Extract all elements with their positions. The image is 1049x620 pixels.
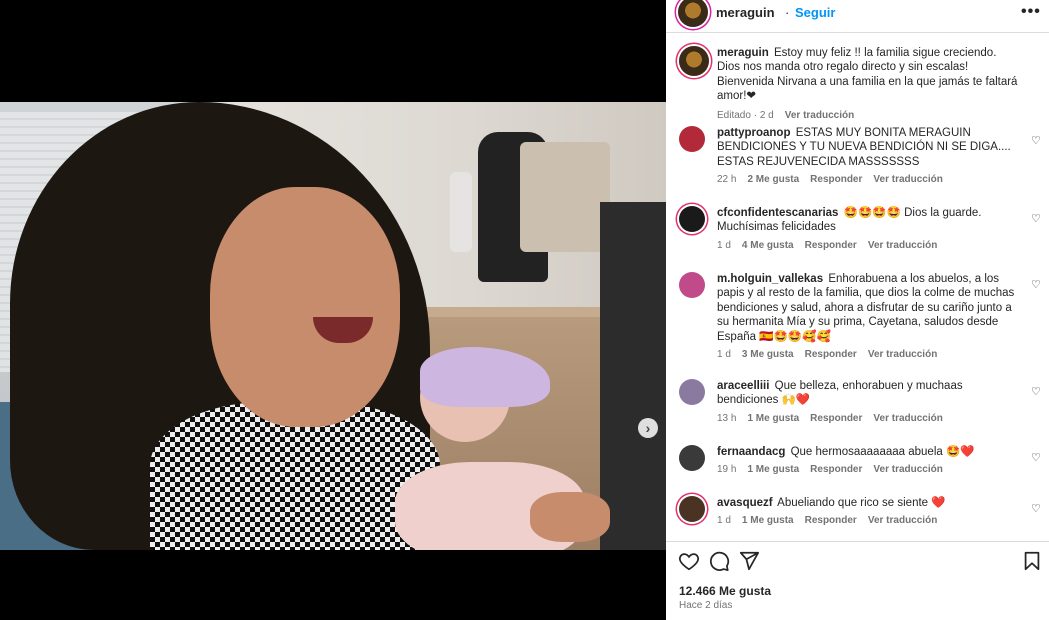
comment-username[interactable]: fernaandacg xyxy=(717,446,785,458)
comment-translate-link[interactable]: Ver traducción xyxy=(873,463,942,477)
comments-list[interactable]: meraguin Estoy muy feliz !! la familia s… xyxy=(666,36,1049,541)
comment-username[interactable]: avasquezf xyxy=(717,497,773,509)
comment-likes[interactable]: 1 Me gusta xyxy=(747,412,799,426)
caption-translate-link[interactable]: Ver traducción xyxy=(785,109,854,123)
actions-divider xyxy=(666,541,1049,542)
post-photo: › xyxy=(0,102,666,550)
post-header: meraguin · Seguir ••• xyxy=(666,0,1049,27)
author-avatar[interactable] xyxy=(678,0,708,27)
commenter-avatar[interactable] xyxy=(679,206,705,232)
heart-small-icon[interactable]: ♡ xyxy=(1031,502,1041,515)
photo-bottle xyxy=(450,172,472,252)
heart-small-icon[interactable]: ♡ xyxy=(1031,134,1041,147)
comment-age: 1 d xyxy=(717,349,731,361)
comment-emoji: 🤩🤩🤩🤩 xyxy=(843,207,901,219)
comment-translate-link[interactable]: Ver traducción xyxy=(873,412,942,426)
comment-age: 22 h xyxy=(717,174,737,186)
commenter-avatar[interactable] xyxy=(679,272,705,298)
comment-translate-link[interactable]: Ver traducción xyxy=(868,348,937,362)
comment-likes[interactable]: 2 Me gusta xyxy=(747,173,799,187)
heart-small-icon[interactable]: ♡ xyxy=(1031,278,1041,291)
comment-reply-link[interactable]: Responder xyxy=(805,514,857,528)
action-bar xyxy=(666,550,1049,576)
commenter-avatar[interactable] xyxy=(679,379,705,405)
commenter-avatar[interactable] xyxy=(679,126,705,152)
comment-reply-link[interactable]: Responder xyxy=(810,412,862,426)
comment-emoji: 🙌❤️ xyxy=(781,394,811,407)
heart-small-icon[interactable]: ♡ xyxy=(1031,451,1041,464)
comment-reply-link[interactable]: Responder xyxy=(805,239,857,253)
comment-translate-link[interactable]: Ver traducción xyxy=(868,514,937,528)
photo-woman-face xyxy=(210,187,400,427)
likes-count[interactable]: 12.466 Me gusta xyxy=(679,584,771,598)
comment-emoji: ❤️ xyxy=(931,497,946,509)
header-separator: · xyxy=(785,5,790,20)
comment-likes[interactable]: 1 Me gusta xyxy=(742,514,794,528)
heart-small-icon[interactable]: ♡ xyxy=(1031,385,1041,398)
comment-age: 1 d xyxy=(717,515,731,527)
comment-emoji: 🤩❤️ xyxy=(945,446,975,458)
comment-translate-link[interactable]: Ver traducción xyxy=(873,173,942,187)
follow-button[interactable]: Seguir xyxy=(795,5,835,20)
post-media: › xyxy=(0,0,666,620)
comment-username[interactable]: araceelliii xyxy=(717,380,769,392)
comment-age: 19 h xyxy=(717,464,737,476)
commenter-avatar[interactable] xyxy=(679,496,705,522)
commenter-avatar[interactable] xyxy=(679,445,705,471)
comment-text: Que hermosaaaaaaaa abuela xyxy=(790,446,943,458)
photo-hand xyxy=(530,492,610,542)
comment-username[interactable]: cfconfidentescanarias xyxy=(717,207,838,219)
comment-username[interactable]: pattyproanop xyxy=(717,127,790,139)
bookmark-icon[interactable] xyxy=(1021,550,1043,572)
caption-edited: Editado · 2 d xyxy=(717,109,774,121)
more-options-icon[interactable]: ••• xyxy=(1021,3,1041,21)
post-side-panel: meraguin · Seguir ••• meraguin Estoy muy… xyxy=(666,0,1049,620)
comment-age: 13 h xyxy=(717,412,737,424)
comment-age: 1 d xyxy=(717,239,731,251)
comment-translate-link[interactable]: Ver traducción xyxy=(868,239,937,253)
comment-reply-link[interactable]: Responder xyxy=(810,463,862,477)
post-date: Hace 2 días xyxy=(679,600,733,611)
heart-small-icon[interactable]: ♡ xyxy=(1031,212,1041,225)
photo-chair xyxy=(600,202,666,550)
comment-likes[interactable]: 4 Me gusta xyxy=(742,239,794,253)
comment-bubble-icon[interactable] xyxy=(708,550,730,572)
header-divider xyxy=(666,32,1049,33)
comment-emoji: 🇪🇦🤩🤩🥰🥰 xyxy=(759,330,831,343)
paper-plane-icon[interactable] xyxy=(738,550,760,572)
comment-likes[interactable]: 3 Me gusta xyxy=(742,348,794,362)
comment-likes[interactable]: 1 Me gusta xyxy=(747,463,799,477)
photo-beige-bag xyxy=(520,142,610,252)
comment-reply-link[interactable]: Responder xyxy=(805,348,857,362)
caption-avatar[interactable] xyxy=(679,46,709,76)
carousel-next-button[interactable]: › xyxy=(638,418,658,438)
author-username[interactable]: meraguin xyxy=(716,5,775,20)
comment-reply-link[interactable]: Responder xyxy=(810,173,862,187)
caption-username[interactable]: meraguin xyxy=(717,47,769,59)
comment-username[interactable]: m.holguin_vallekas xyxy=(717,273,823,285)
comment-text: Abueliando que rico se siente xyxy=(777,497,929,509)
heart-outline-icon[interactable] xyxy=(678,550,700,572)
